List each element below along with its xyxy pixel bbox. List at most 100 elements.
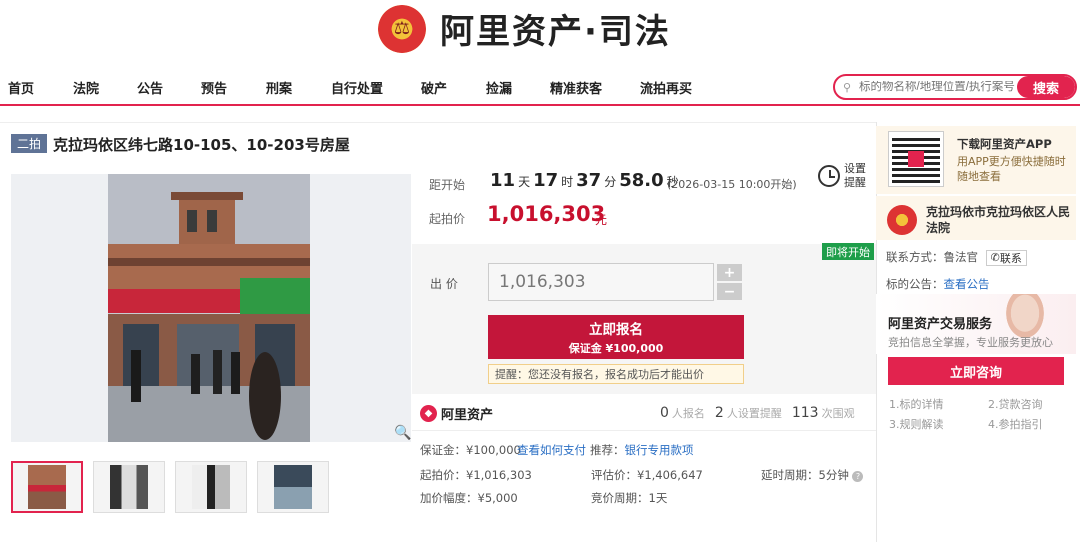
- guide-link-loan[interactable]: 2.贷款咨询: [988, 396, 1043, 412]
- increment-value: ¥5,000: [477, 491, 518, 505]
- recommend-label: 推荐：: [590, 443, 625, 457]
- thumbnail-3[interactable]: [175, 461, 247, 513]
- nav-item-self-disposal[interactable]: 自行处置: [331, 78, 383, 97]
- signup-label: 立即报名: [589, 322, 643, 338]
- delay-value: 5分钟: [818, 468, 849, 482]
- thumbnail-image: [192, 465, 230, 509]
- thumbnail-4[interactable]: [257, 461, 329, 513]
- countdown-timer: 11 天 17 时 37 分 58.0 秒: [490, 170, 679, 191]
- evaluation-row: 评估价：¥1,406,647: [591, 467, 703, 483]
- delay-label: 延时周期：: [761, 468, 819, 482]
- search-box: ⚲ 搜索: [833, 74, 1077, 100]
- court-emblem-icon: ⚖: [378, 4, 426, 53]
- nav-item-bargain[interactable]: 捡漏: [486, 78, 512, 97]
- notice-row: 标的公告：查看公告: [886, 276, 990, 292]
- bid-amount-input[interactable]: 1,016,303: [488, 263, 714, 301]
- view-notice-link[interactable]: 查看公告: [944, 277, 990, 291]
- minutes-unit: 分: [604, 175, 617, 189]
- contact-name: 鲁法官: [943, 250, 979, 264]
- app-download-subtitle: 用APP更方便快捷随时随地查看: [957, 155, 1066, 183]
- consult-button[interactable]: 立即咨询: [888, 357, 1064, 385]
- header: ⚖ 阿里资产·司法: [0, 0, 1080, 70]
- evaluation-label: 评估价：: [591, 468, 637, 482]
- increment-label: 加价幅度：: [420, 491, 478, 505]
- nav-item-preview[interactable]: 预告: [201, 78, 227, 97]
- contact-button[interactable]: ✆ 联系: [985, 249, 1027, 266]
- thumbnail-1[interactable]: [11, 461, 83, 513]
- bank-payment-link[interactable]: 银行专用款项: [625, 443, 694, 457]
- service-subtitle: 竞拍信息全掌握，专业服务更放心: [888, 336, 1053, 349]
- search-icon: ⚲: [843, 80, 852, 94]
- set-reminder-label: 设置提醒: [844, 162, 866, 189]
- increment-row: 加价幅度：¥5,000: [420, 490, 518, 506]
- guide-link-rules[interactable]: 3.规则解读: [889, 416, 944, 432]
- hours-unit: 时: [561, 175, 574, 189]
- how-to-pay-link[interactable]: 查看如何支付: [517, 442, 586, 458]
- zoom-icon[interactable]: 🔍: [394, 425, 411, 441]
- guide-link-bidding[interactable]: 4.参拍指引: [988, 416, 1043, 432]
- deposit-row: 保证金：¥100,000: [420, 442, 521, 458]
- evaluation-value: ¥1,406,647: [637, 468, 703, 482]
- thumbnail-image: [274, 465, 312, 509]
- building-photo: [108, 174, 310, 442]
- lot-stats: 0 人报名 2 人设置提醒 113 次围观: [660, 405, 855, 421]
- decrease-bid-button[interactable]: −: [717, 283, 742, 300]
- thumbnail-2[interactable]: [93, 461, 165, 513]
- start-price-value: 1,016,303: [487, 202, 606, 226]
- brand-name: 阿里资产: [441, 408, 494, 423]
- guide-link-details[interactable]: 1.标的详情: [889, 396, 944, 412]
- deposit-label: 保证金：: [420, 443, 466, 457]
- cycle-value: 1天: [648, 491, 668, 505]
- increase-bid-button[interactable]: +: [717, 264, 742, 281]
- nav-item-bankruptcy[interactable]: 破产: [421, 78, 447, 97]
- service-title: 阿里资产交易服务: [888, 317, 993, 332]
- nav-item-notices[interactable]: 公告: [137, 78, 163, 97]
- contact-label: 联系方式：: [886, 250, 944, 264]
- signup-count-label: 人报名: [671, 407, 705, 420]
- days-unit: 天: [518, 175, 531, 189]
- lot-title: 克拉玛依区纬七路10-105、10-203号房屋: [53, 136, 350, 154]
- countdown-label: 距开始: [429, 178, 466, 192]
- nav-item-courts[interactable]: 法院: [73, 78, 99, 97]
- delay-row: 延时周期：5分钟 ?: [761, 467, 864, 483]
- main-photo[interactable]: [11, 174, 411, 442]
- deposit-value: ¥100,000: [466, 443, 521, 457]
- start-price-detail-label: 起拍价：: [420, 468, 466, 482]
- nav-item-home[interactable]: 首页: [8, 78, 34, 97]
- court-name[interactable]: 克拉玛依市克拉玛依区人民法院: [926, 204, 1072, 236]
- cycle-label: 竞价周期：: [591, 491, 649, 505]
- set-reminder-button[interactable]: 设置提醒: [818, 162, 868, 190]
- start-price-label: 起拍价: [429, 212, 466, 226]
- notice-label: 标的公告：: [886, 277, 944, 291]
- thumbnail-image: [28, 465, 66, 509]
- phone-icon: ✆: [990, 251, 1000, 264]
- court-emblem-icon: [887, 205, 917, 235]
- nav-item-rebuy[interactable]: 流拍再买: [640, 78, 692, 97]
- site-logo[interactable]: ⚖ 阿里资产·司法: [378, 4, 671, 53]
- signup-count: 0: [660, 405, 669, 421]
- contact-button-label: 联系: [999, 251, 1022, 265]
- view-count-label: 次围观: [821, 407, 855, 420]
- status-badge: 即将开始: [822, 243, 874, 260]
- recommend-row: 推荐：银行专用款项: [590, 442, 694, 458]
- search-button[interactable]: 搜索: [1017, 76, 1075, 98]
- signup-tip: 提醒：您还没有报名，报名成功后才能出价: [488, 364, 744, 384]
- nav-item-precise[interactable]: 精准获客: [550, 78, 602, 97]
- search-input[interactable]: [857, 81, 1017, 93]
- contact-row: 联系方式：鲁法官 ✆ 联系: [886, 249, 1027, 266]
- site-title: 阿里资产·司法: [440, 12, 671, 52]
- nav-item-criminal[interactable]: 刑案: [266, 78, 292, 97]
- price-unit: 元: [595, 213, 608, 227]
- ali-asset-brand: ◆ 阿里资产: [420, 404, 493, 423]
- alarm-clock-icon: [818, 165, 840, 187]
- countdown-minutes: 37: [576, 170, 602, 191]
- reminder-count-label: 人设置提醒: [726, 407, 782, 420]
- thumbnail-strip: [11, 461, 329, 513]
- help-icon[interactable]: ?: [852, 471, 864, 482]
- view-count: 113: [791, 405, 819, 421]
- deposit-note: 保证金 ¥100,000: [568, 342, 664, 355]
- ali-asset-logo-icon: ◆: [420, 405, 437, 422]
- countdown-days: 11: [490, 170, 516, 191]
- signup-button[interactable]: 立即报名 保证金 ¥100,000: [488, 315, 744, 359]
- start-time: (2026-03-15 10:00开始): [667, 178, 797, 191]
